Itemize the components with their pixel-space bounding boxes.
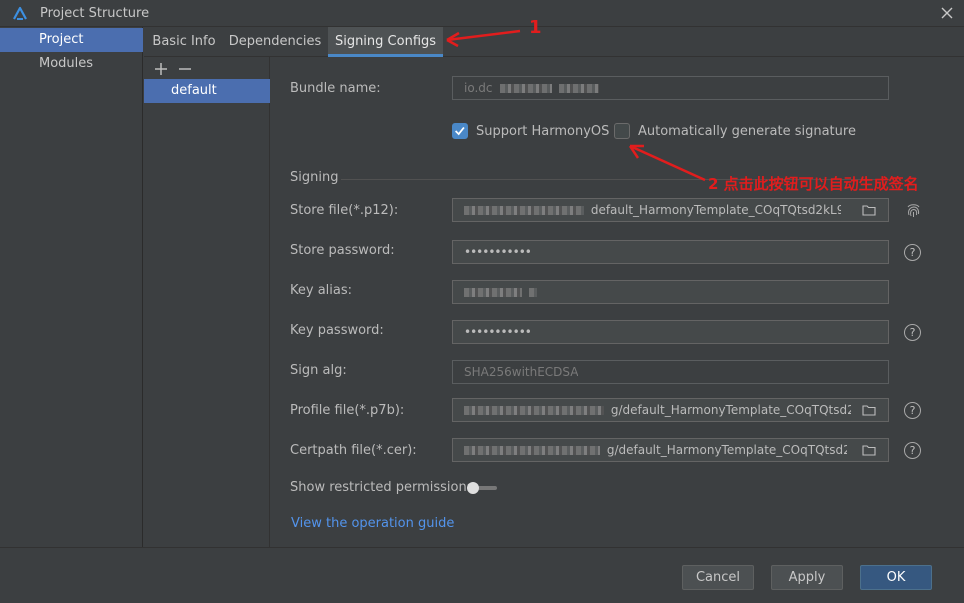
- sidebar-item-project[interactable]: Project: [0, 28, 143, 52]
- redacted-text: [528, 288, 537, 297]
- bundle-name-label: Bundle name:: [290, 81, 381, 96]
- bundle-name-field: io.dc: [452, 76, 889, 100]
- signing-section-title: Signing: [290, 170, 339, 185]
- minus-icon[interactable]: [176, 60, 194, 78]
- support-harmonyos-checkbox[interactable]: [452, 123, 468, 139]
- certpath-file-label: Certpath file(*.cer):: [290, 443, 417, 458]
- store-file-label: Store file(*.p12):: [290, 203, 399, 218]
- folder-icon[interactable]: [862, 444, 876, 456]
- key-password-value: •••••••••••: [464, 325, 531, 339]
- restricted-permissions-label: Show restricted permissions: [290, 480, 474, 495]
- sidebar-item-modules[interactable]: Modules: [0, 52, 143, 76]
- apply-button[interactable]: Apply: [771, 565, 843, 590]
- bundle-name-value: io.dc: [464, 81, 493, 95]
- key-password-label: Key password:: [290, 323, 384, 338]
- store-password-label: Store password:: [290, 243, 395, 258]
- title-bar: Project Structure: [0, 0, 964, 27]
- annotation-marker-1: 1: [529, 17, 542, 38]
- checkmark-icon: [455, 126, 465, 136]
- key-password-field[interactable]: •••••••••••: [452, 320, 889, 344]
- support-harmonyos-label: Support HarmonyOS: [476, 124, 610, 139]
- operation-guide-link[interactable]: View the operation guide: [291, 516, 454, 531]
- help-icon[interactable]: ?: [904, 324, 921, 341]
- annotation-marker-2: 2 点击此按钮可以自动生成签名: [708, 175, 919, 193]
- help-icon[interactable]: ?: [904, 442, 921, 459]
- certpath-file-field[interactable]: g/default_HarmonyTemplate_COqTQtsd2kL9e: [452, 438, 889, 462]
- profile-file-label: Profile file(*.p7b):: [290, 403, 405, 418]
- config-item-default[interactable]: default: [144, 79, 270, 103]
- tab-bar: Basic Info Dependencies Signing Configs: [144, 27, 964, 57]
- store-file-field[interactable]: default_HarmonyTemplate_COqTQtsd2kL9e: [452, 198, 889, 222]
- signing-config-list: default: [144, 57, 270, 547]
- ok-button[interactable]: OK: [860, 565, 932, 590]
- sidebar: Project Modules: [0, 27, 143, 547]
- profile-file-value: g/default_HarmonyTemplate_COqTQtsd2kL9e: [610, 403, 851, 417]
- help-icon[interactable]: ?: [904, 402, 921, 419]
- tab-signing-configs[interactable]: Signing Configs: [328, 27, 443, 57]
- restricted-permissions-toggle[interactable]: [467, 482, 501, 494]
- sign-alg-field: SHA256withECDSA: [452, 360, 889, 384]
- cancel-button[interactable]: Cancel: [682, 565, 754, 590]
- redacted-text: [464, 206, 584, 215]
- folder-icon[interactable]: [862, 204, 876, 216]
- harmony-logo-icon: [13, 6, 27, 20]
- folder-icon[interactable]: [862, 404, 876, 416]
- window-title: Project Structure: [40, 6, 150, 21]
- auto-generate-signature-checkbox[interactable]: [614, 123, 630, 139]
- redacted-text: [559, 84, 600, 93]
- redacted-text: [500, 84, 553, 93]
- key-alias-label: Key alias:: [290, 283, 353, 298]
- plus-icon[interactable]: [152, 60, 170, 78]
- redacted-text: [464, 406, 604, 415]
- profile-file-field[interactable]: g/default_HarmonyTemplate_COqTQtsd2kL9e: [452, 398, 889, 422]
- tab-dependencies[interactable]: Dependencies: [225, 27, 325, 57]
- help-icon[interactable]: ?: [904, 244, 921, 261]
- signing-form: Bundle name: io.dc Support HarmonyOS Aut…: [271, 57, 964, 547]
- certpath-file-value: g/default_HarmonyTemplate_COqTQtsd2kL9e: [606, 443, 847, 457]
- store-password-value: •••••••••••: [464, 245, 531, 259]
- key-alias-field[interactable]: [452, 280, 889, 304]
- store-password-field[interactable]: •••••••••••: [452, 240, 889, 264]
- tab-basic-info[interactable]: Basic Info: [144, 27, 224, 57]
- fingerprint-icon[interactable]: [906, 203, 921, 219]
- sign-alg-label: Sign alg:: [290, 363, 347, 378]
- close-icon[interactable]: [940, 6, 954, 20]
- toggle-knob: [467, 482, 479, 494]
- sign-alg-value: SHA256withECDSA: [464, 365, 579, 379]
- redacted-text: [464, 288, 522, 297]
- auto-generate-signature-label: Automatically generate signature: [638, 124, 856, 139]
- redacted-text: [464, 446, 600, 455]
- dialog-footer: Cancel Apply OK: [0, 547, 964, 603]
- store-file-value: default_HarmonyTemplate_COqTQtsd2kL9e: [590, 203, 841, 217]
